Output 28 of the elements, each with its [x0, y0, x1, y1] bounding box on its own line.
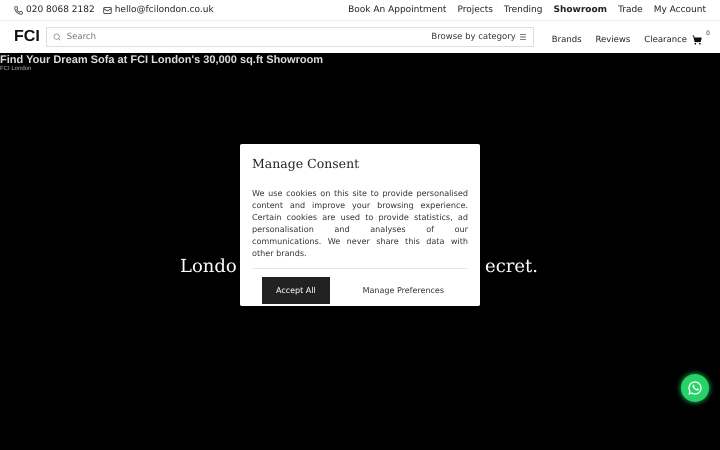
mail-icon: [102, 6, 112, 14]
consent-text: We use cookies on this site to provide personalised content and improve your browsing experience. Certain cookies are used to provide statistics, ad personalisation and analyses of our communications. We never share this data with other brands.: [252, 187, 468, 259]
video-title[interactable]: Find Your Dream Sofa at FCI London's 30,000 sq.ft Showroom: [0, 54, 720, 66]
nav-link[interactable]: My Account: [654, 5, 706, 15]
whatsapp-icon: [687, 380, 703, 396]
accept-button[interactable]: Accept All: [262, 277, 330, 304]
preferences-button[interactable]: Manage Preferences: [348, 277, 458, 304]
hero-text: ecret.: [485, 256, 538, 277]
nav-link[interactable]: Clearance: [644, 35, 688, 45]
nav-link[interactable]: Trade: [618, 5, 643, 15]
nav-link[interactable]: Projects: [457, 5, 493, 15]
phone-icon: [14, 6, 23, 14]
browse-category-button[interactable]: Browse by category: [431, 32, 527, 42]
phone-number[interactable]: 020 8068 2182: [26, 5, 95, 15]
menu-icon: [518, 33, 527, 41]
nav-link[interactable]: Book An Appointment: [348, 5, 446, 15]
logo[interactable]: FCI: [14, 28, 40, 46]
cart-icon[interactable]: [692, 34, 702, 44]
search-icon: [52, 33, 61, 41]
search-field[interactable]: Search Browse by category: [46, 27, 534, 47]
chat-button[interactable]: [681, 374, 709, 402]
nav-link[interactable]: Brands: [552, 35, 582, 45]
dialog-title: Manage Consent: [252, 156, 360, 171]
nav-link[interactable]: Trending: [504, 5, 542, 15]
nav-link[interactable]: Reviews: [596, 35, 630, 45]
email-link[interactable]: hello@fcilondon.co.uk: [114, 5, 214, 15]
nav-link[interactable]: Showroom: [553, 5, 608, 15]
hero-text: Londo: [180, 256, 237, 277]
